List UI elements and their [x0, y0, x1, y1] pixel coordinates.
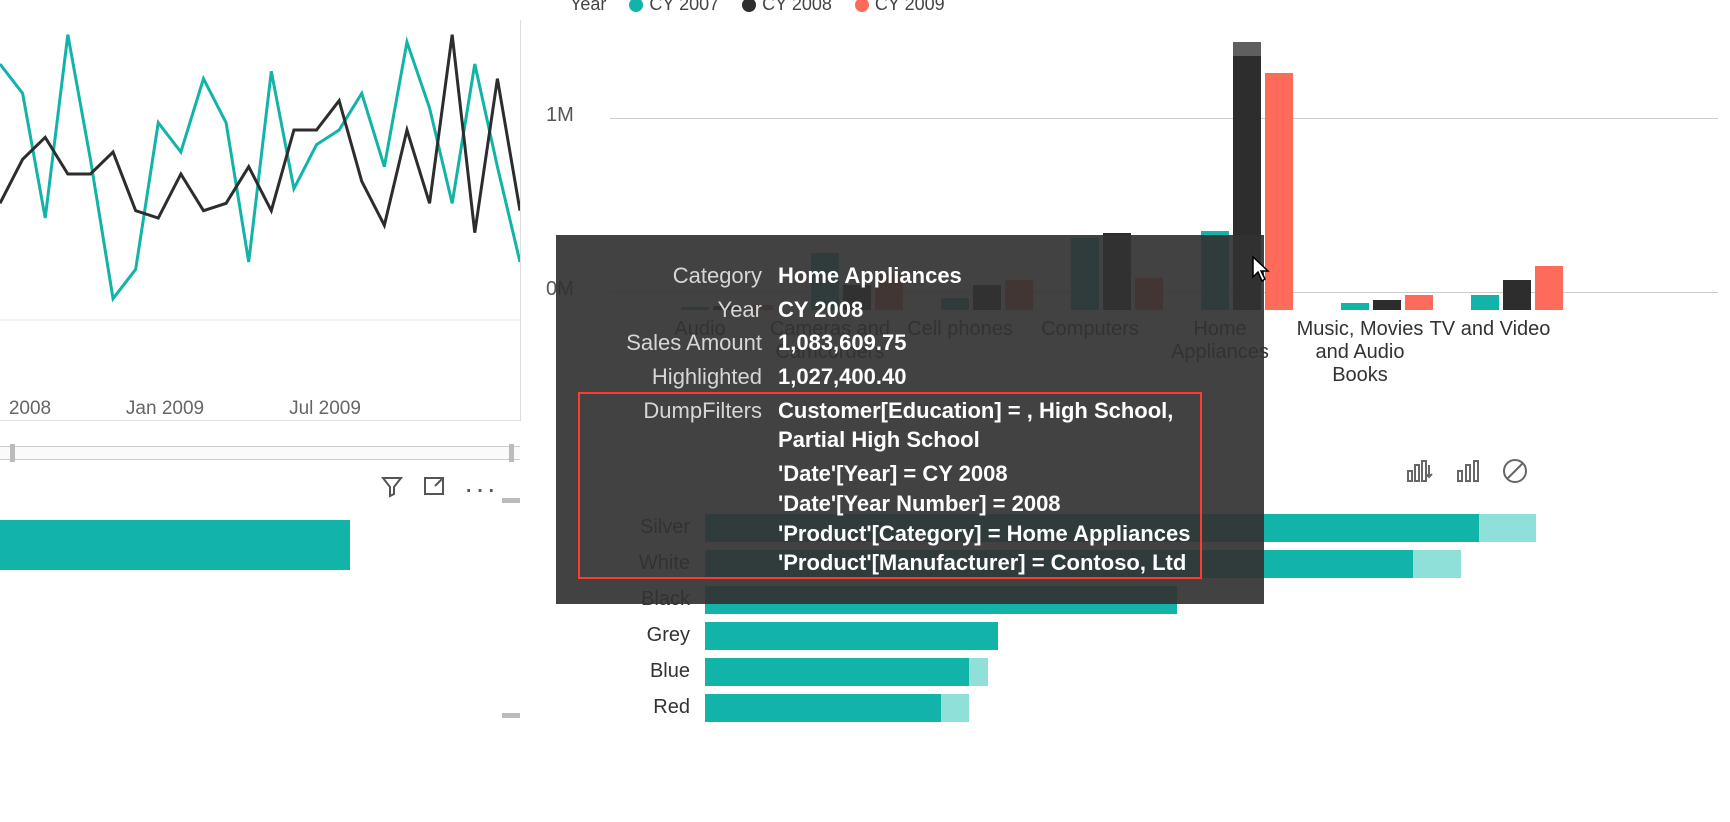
tooltip-value: 1,083,609.75	[778, 328, 1234, 358]
tooltip-value: 1,027,400.40	[778, 362, 1234, 392]
tooltip-filter-line: 'Product'[Manufacturer] = Contoso, Ltd	[586, 548, 1234, 578]
hbar-row[interactable]: Blue	[590, 654, 1575, 690]
legend-2009: CY 2009	[875, 0, 945, 14]
hbar-label: Grey	[590, 624, 690, 647]
line-chart-scrollbar[interactable]	[0, 446, 520, 460]
tooltip-row: YearCY 2008	[586, 295, 1234, 325]
tooltip-filter-line: 'Date'[Year Number] = 2008	[586, 489, 1234, 519]
blocked-icon[interactable]	[1502, 458, 1528, 489]
tooltip-filter-line: 'Date'[Year] = CY 2008	[586, 459, 1234, 489]
tooltip-value: CY 2008	[778, 295, 1234, 325]
tooltip-row: CategoryHome Appliances	[586, 261, 1234, 291]
chart-action-bar	[1406, 458, 1528, 489]
tooltip-key: Year	[586, 295, 778, 325]
legend-swatch-2009	[855, 0, 869, 12]
hbar-secondary[interactable]	[1479, 514, 1536, 542]
legend-swatch-2008	[742, 0, 756, 12]
hbar-primary[interactable]	[705, 658, 969, 686]
bar-chart-icon[interactable]	[1456, 459, 1480, 488]
bar[interactable]	[1341, 303, 1369, 310]
tooltip-row: DumpFiltersCustomer[Education] = , High …	[586, 396, 1234, 455]
legend-prefix: Year	[570, 0, 606, 14]
hbar-secondary[interactable]	[1413, 550, 1460, 578]
x-tick: Jul 2009	[289, 398, 361, 420]
hbar-primary[interactable]	[705, 694, 941, 722]
legend-swatch-2007	[629, 0, 643, 12]
line-chart[interactable]: 2008 Jan 2009 Jul 2009	[0, 20, 521, 421]
bar-x-label: TV and Video	[1425, 318, 1555, 341]
legend-2007: CY 2007	[649, 0, 719, 14]
hbar-row[interactable]: Red	[590, 690, 1575, 726]
drill-chart-icon[interactable]	[1406, 459, 1434, 488]
legend-2008: CY 2008	[762, 0, 832, 14]
tooltip-key: DumpFilters	[586, 396, 778, 455]
mouse-cursor-icon	[1250, 255, 1272, 283]
single-bar-visual[interactable]	[0, 520, 350, 570]
hbar-primary[interactable]	[705, 622, 998, 650]
y-tick-1m: 1M	[546, 104, 574, 127]
bar-x-label: Music, Movies and Audio Books	[1295, 318, 1425, 387]
more-options-icon[interactable]: ···	[464, 484, 498, 494]
filter-icon[interactable]	[380, 474, 404, 503]
hbar-secondary[interactable]	[969, 658, 988, 686]
tooltip-row: Highlighted1,027,400.40	[586, 362, 1234, 392]
bar[interactable]	[1471, 295, 1499, 310]
visual-header-icons: ···	[380, 474, 498, 503]
hbar-label: Red	[590, 696, 690, 719]
hbar-row[interactable]: Grey	[590, 618, 1575, 654]
bar-highlight-remainder	[1233, 42, 1261, 56]
bar-group[interactable]	[1471, 38, 1591, 310]
focus-mode-icon[interactable]	[422, 474, 446, 503]
tooltip-key: Sales Amount	[586, 328, 778, 358]
tooltip-key: Highlighted	[586, 362, 778, 392]
tooltip-row: Sales Amount1,083,609.75	[586, 328, 1234, 358]
x-tick: Jan 2009	[126, 398, 204, 420]
bar[interactable]	[1503, 280, 1531, 310]
tooltip-filter-line: 'Product'[Category] = Home Appliances	[586, 519, 1234, 549]
hbar-secondary[interactable]	[941, 694, 969, 722]
bar[interactable]	[1535, 266, 1563, 311]
bar[interactable]	[1405, 295, 1433, 310]
x-tick: 2008	[9, 398, 51, 420]
vertical-divider-handle[interactable]	[505, 498, 517, 748]
line-chart-plot	[0, 20, 520, 370]
datapoint-tooltip: CategoryHome AppliancesYearCY 2008Sales …	[556, 235, 1264, 604]
tooltip-value: Home Appliances	[778, 261, 1234, 291]
bar-legend: Year CY 2007 CY 2008 CY 2009	[570, 0, 945, 15]
bar-group[interactable]	[1341, 38, 1461, 310]
hbar-label: Blue	[590, 660, 690, 683]
bar[interactable]	[1373, 300, 1401, 310]
tooltip-value: Customer[Education] = , High School, Par…	[778, 396, 1234, 455]
tooltip-key: Category	[586, 261, 778, 291]
